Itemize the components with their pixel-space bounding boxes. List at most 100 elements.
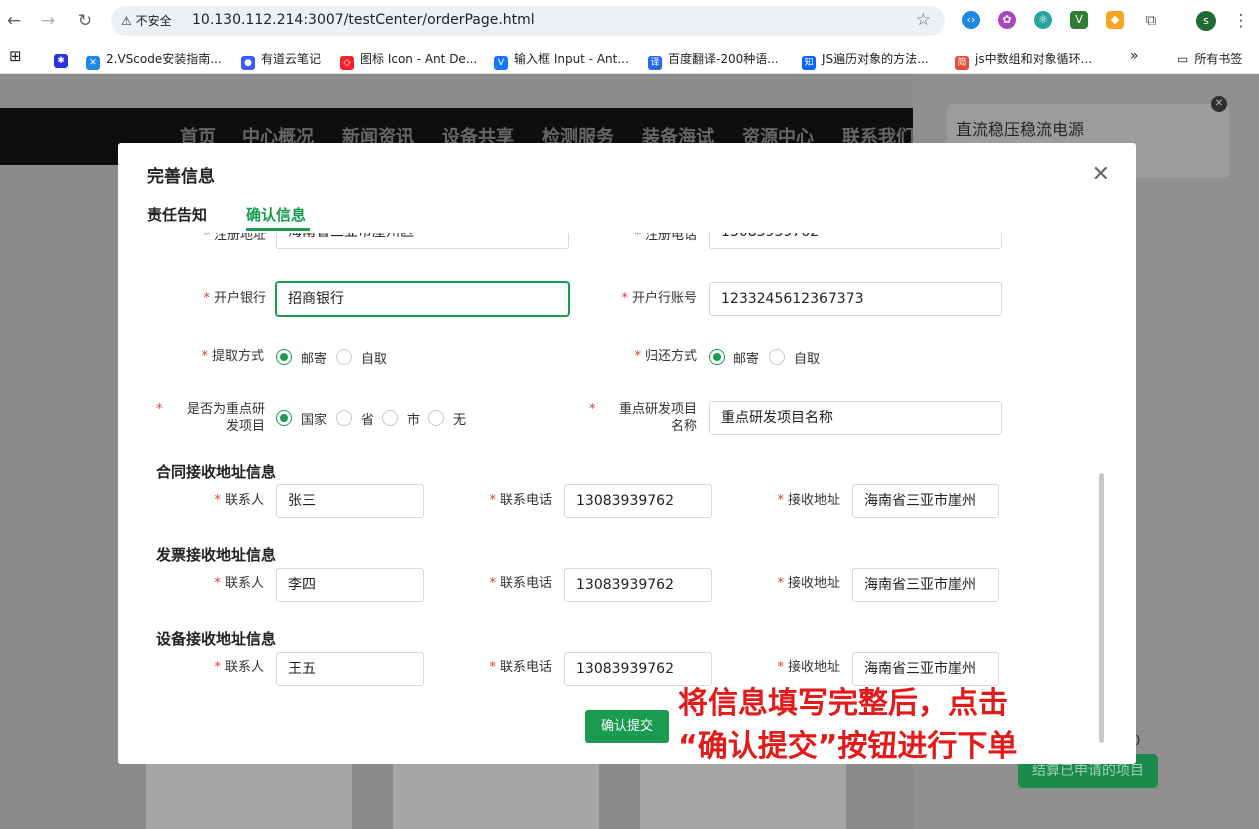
equipment-address-label: * 接收地址: [777, 660, 840, 675]
return-label: * 归还方式: [634, 349, 697, 364]
project-name-input[interactable]: 重点研发项目名称: [709, 401, 1002, 435]
equipment-address-title: 设备接收地址信息: [156, 630, 277, 648]
key-project-none-label: 无: [453, 413, 467, 428]
return-self-radio[interactable]: [769, 349, 785, 365]
invoice-address-label: * 接收地址: [777, 576, 840, 591]
account-input[interactable]: 1233245612367373: [709, 282, 1002, 316]
chat-extension-icon[interactable]: ‹›: [962, 11, 980, 29]
tab-confirm-info[interactable]: 确认信息: [246, 204, 306, 225]
bookmark-item[interactable]: 简 js中数组和对象循环...: [955, 50, 1092, 70]
ant-input-icon: V: [494, 56, 508, 70]
form-scrollbar[interactable]: [1099, 473, 1104, 743]
bookmark-item[interactable]: ● 有道云笔记: [241, 50, 321, 70]
baidu-translate-icon: 译: [648, 56, 662, 70]
bookmark-item[interactable]: 译百度翻译-200种语...: [648, 50, 779, 70]
zhihu-icon: 知: [802, 56, 816, 70]
invoice-phone-label: * 联系电话: [489, 576, 552, 591]
key-project-city-label: 市: [407, 413, 421, 428]
vscode-icon: ✕: [86, 56, 100, 70]
all-bookmarks[interactable]: ▭ 所有书签: [1177, 50, 1242, 67]
account-label: * 开户行账号: [621, 291, 697, 306]
equipment-phone-label: * 联系电话: [489, 660, 552, 675]
pickup-self-label: 自取: [361, 352, 388, 367]
close-icon[interactable]: ✕: [1092, 164, 1110, 186]
product-thumbnail: [146, 764, 352, 829]
reg-address-label: * 注册地址: [203, 233, 266, 243]
profile-avatar[interactable]: s: [1196, 11, 1216, 31]
equipment-address-input[interactable]: 海南省三亚市崖州: [852, 652, 999, 686]
contract-contact-label: * 联系人: [214, 493, 264, 508]
bookmarks-bar: ⊞ ✱ ✕ 2.VScode安装指南... ● 有道云笔记 ◇ 图标 Icon - A…: [0, 42, 1259, 74]
address-bar[interactable]: ⚠ 不安全 10.130.112.214:3007/testCenter/ord…: [111, 6, 945, 36]
reg-phone-label: * 注册电话: [634, 233, 697, 243]
security-label: 不安全: [135, 14, 172, 28]
ant-design-icon: ◇: [340, 56, 354, 70]
pickup-self-radio[interactable]: [336, 349, 352, 365]
project-name-label: 重点研发项目 名称: [618, 402, 697, 434]
reload-icon[interactable]: ↻: [73, 9, 97, 33]
invoice-contact-label: * 联系人: [214, 576, 264, 591]
contract-address-input[interactable]: 海南省三亚市崖州: [852, 484, 999, 518]
complete-info-modal: 完善信息 ✕ 责任告知 确认信息 *注册地址 海南省三亚市崖州区 *注册电话 1…: [118, 143, 1136, 764]
bank-input[interactable]: 招商银行: [276, 282, 569, 316]
browser-toolbar: ← → ↻ ⚠ 不安全 10.130.112.214:3007/testCent…: [0, 0, 1259, 42]
return-mail-label: 邮寄: [733, 352, 760, 367]
equipment-contact-input[interactable]: 王五: [276, 652, 424, 686]
pickup-label: * 提取方式: [201, 349, 264, 364]
return-self-label: 自取: [794, 352, 821, 367]
key-project-required: *: [156, 402, 163, 417]
active-tab-indicator: [246, 228, 310, 231]
brain-extension-icon[interactable]: ✿: [998, 11, 1016, 29]
bank-label: * 开户银行: [203, 291, 266, 306]
bookmark-item[interactable]: V 输入框 Input - Ant...: [494, 50, 629, 70]
pickup-mail-radio[interactable]: [276, 349, 292, 365]
equipment-contact-label: * 联系人: [214, 660, 264, 675]
remove-item-icon[interactable]: ✕: [1211, 96, 1227, 112]
contract-phone-label: * 联系电话: [489, 493, 552, 508]
confirm-submit-button[interactable]: 确认提交: [585, 710, 669, 743]
product-thumbnail: [393, 764, 599, 829]
baidu-bookmark-icon[interactable]: ✱: [54, 50, 74, 68]
project-name-required: *: [589, 402, 596, 417]
reg-phone-input[interactable]: 13083939762: [709, 233, 1002, 249]
contract-phone-input[interactable]: 13083939762: [564, 484, 712, 518]
reg-address-input[interactable]: 海南省三亚市崖州区: [276, 233, 569, 249]
youdao-note-icon: ●: [241, 56, 255, 70]
key-project-none-radio[interactable]: [428, 410, 444, 426]
jianshu-icon: 简: [955, 56, 969, 70]
bookmark-item[interactable]: 知 JS遍历对象的方法...: [802, 50, 929, 70]
pickup-mail-label: 邮寄: [301, 352, 328, 367]
menu-kebab-icon[interactable]: ⋮: [1229, 9, 1253, 33]
bookmark-item[interactable]: ◇ 图标 Icon - Ant De...: [340, 50, 477, 70]
security-warning[interactable]: ⚠ 不安全: [121, 12, 172, 29]
react-extension-icon[interactable]: ⚛: [1034, 11, 1052, 29]
invoice-address-input[interactable]: 海南省三亚市崖州: [852, 568, 999, 602]
bookmark-star-icon[interactable]: ☆: [916, 10, 931, 30]
tab-responsibility[interactable]: 责任告知: [147, 204, 207, 225]
return-mail-radio[interactable]: [709, 349, 725, 365]
product-thumbnail: [640, 764, 846, 829]
forward-arrow-icon[interactable]: →: [36, 9, 60, 33]
apps-grid-icon[interactable]: ⊞: [9, 47, 22, 65]
bookmarks-overflow-icon[interactable]: »: [1130, 48, 1139, 64]
bookmark-item[interactable]: ✕ 2.VScode安装指南...: [86, 50, 222, 70]
folder-icon: ▭: [1177, 52, 1189, 66]
key-project-province-label: 省: [361, 413, 375, 428]
ext-orange-icon[interactable]: ◆: [1106, 11, 1124, 29]
key-project-province-radio[interactable]: [336, 410, 352, 426]
site-header: [0, 74, 913, 108]
key-project-city-radio[interactable]: [382, 410, 398, 426]
instruction-annotation-line1: 将信息填写完整后，点击: [678, 686, 1008, 721]
extensions-puzzle-icon[interactable]: ⧉: [1142, 11, 1160, 29]
invoice-address-title: 发票接收地址信息: [156, 546, 277, 564]
contract-contact-input[interactable]: 张三: [276, 484, 424, 518]
url-text[interactable]: 10.130.112.214:3007/testCenter/orderPage…: [192, 12, 535, 28]
key-project-national-radio[interactable]: [276, 410, 292, 426]
vue-extension-icon[interactable]: V: [1070, 11, 1088, 29]
invoice-phone-input[interactable]: 13083939762: [564, 568, 712, 602]
invoice-contact-input[interactable]: 李四: [276, 568, 424, 602]
equipment-phone-input[interactable]: 13083939762: [564, 652, 712, 686]
key-project-label: 是否为重点研 发项目: [186, 402, 265, 434]
back-arrow-icon[interactable]: ←: [2, 9, 26, 33]
cart-item-title: 直流稳压稳流电源: [956, 120, 1085, 139]
